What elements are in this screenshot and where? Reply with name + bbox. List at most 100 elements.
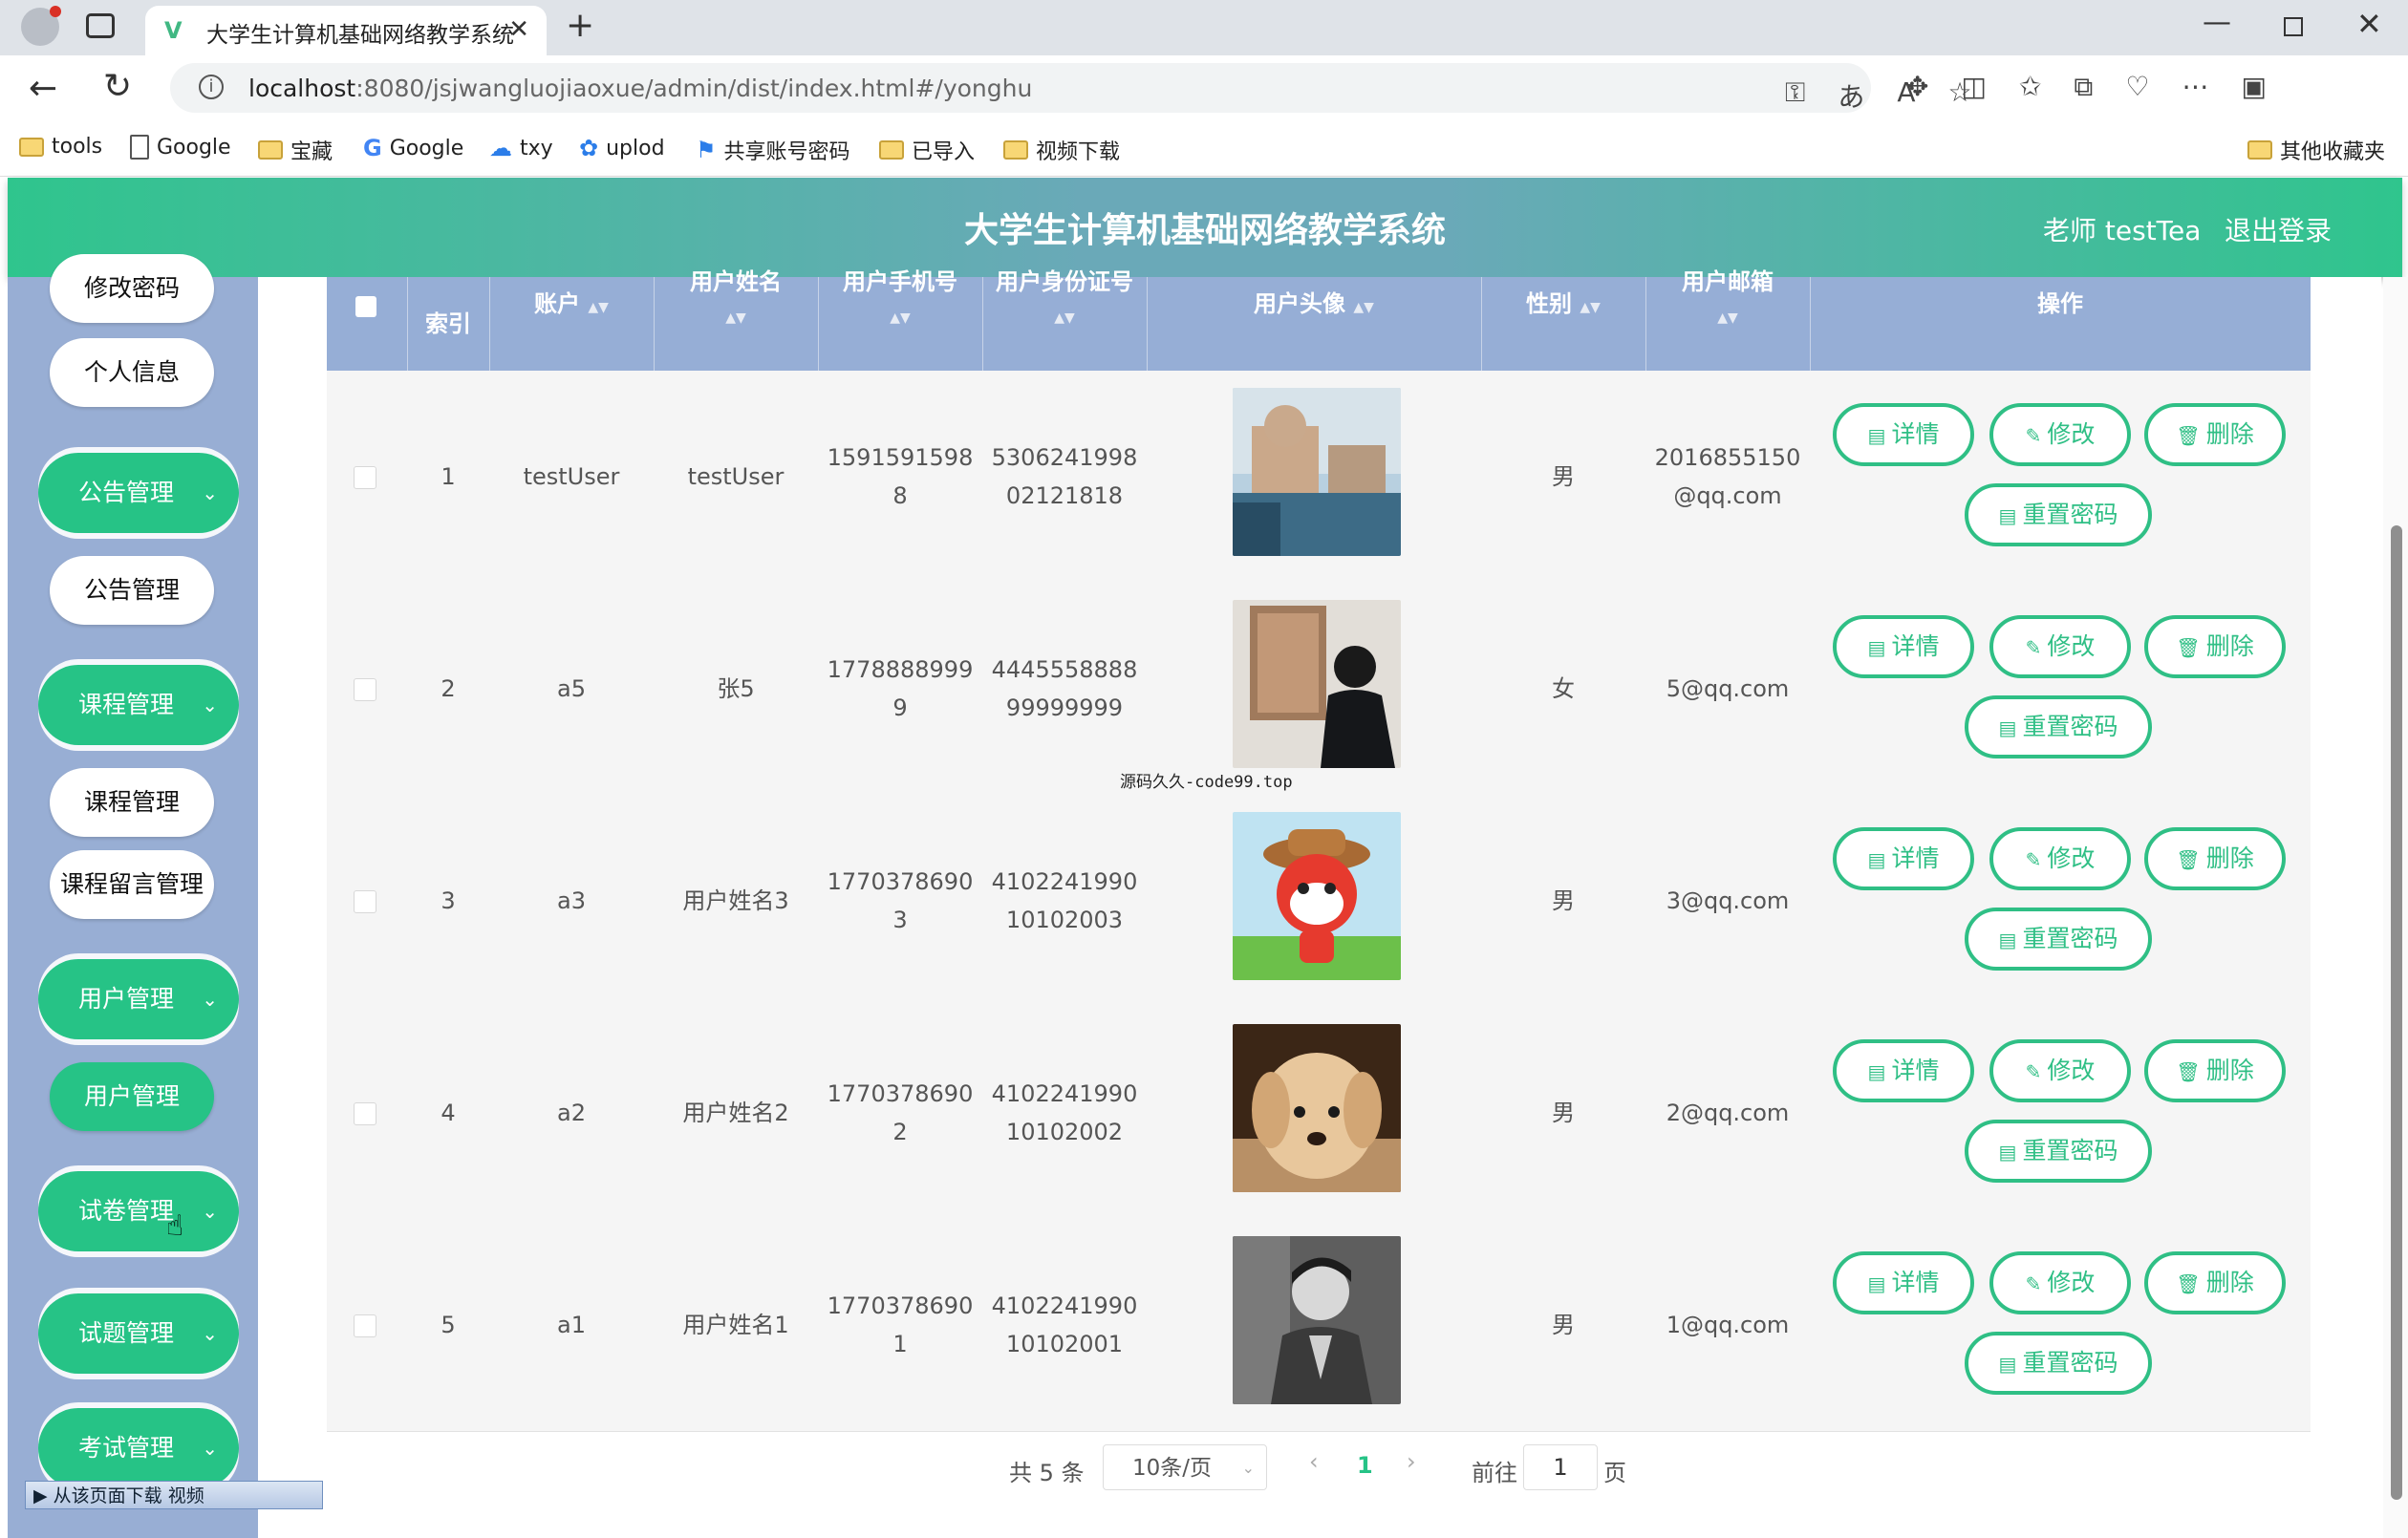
extensions-icon[interactable]: ✥ bbox=[1906, 71, 1928, 103]
cell-index: 2 bbox=[441, 675, 456, 702]
detail-button[interactable]: ▤ 详情 bbox=[1833, 615, 1974, 678]
sidebar-menu-course[interactable]: 课程管理 ⌄ bbox=[38, 665, 239, 745]
cell-phone: 1770378690 1 bbox=[818, 1287, 982, 1363]
sidebar-toggle-icon[interactable]: ▣ bbox=[2242, 71, 2267, 103]
delete-button[interactable]: 🗑 删除 bbox=[2144, 827, 2286, 890]
next-page-icon[interactable]: › bbox=[1407, 1448, 1416, 1475]
sort-icon[interactable]: ▲▼ bbox=[890, 310, 911, 326]
th-idcard[interactable]: 用户身份证号 ▲▼ bbox=[982, 258, 1147, 378]
page-size-select[interactable]: 10条/页 ⌄ bbox=[1103, 1444, 1267, 1490]
sidebar-item-course-comments[interactable]: 课程留言管理 bbox=[50, 850, 214, 919]
bookmark-shared-accounts[interactable]: ⚑ 共享账号密码 bbox=[696, 135, 850, 165]
reset-password-button[interactable]: ▤ 重置密码 bbox=[1965, 1120, 2152, 1183]
performance-icon[interactable]: ♡ bbox=[2125, 71, 2149, 103]
sort-icon[interactable]: ▲▼ bbox=[1580, 300, 1601, 315]
sidebar-menu-user[interactable]: 用户管理 ⌄ bbox=[38, 959, 239, 1039]
sidebar-item-course[interactable]: 课程管理 bbox=[50, 768, 214, 837]
th-name[interactable]: 用户姓名 ▲▼ bbox=[654, 258, 818, 378]
site-info-icon[interactable]: i bbox=[199, 75, 224, 99]
split-screen-icon[interactable]: ◫ bbox=[1961, 71, 1986, 103]
cell-account: a1 bbox=[557, 1312, 586, 1338]
reset-password-button[interactable]: ▤ 重置密码 bbox=[1965, 1332, 2152, 1395]
bookmark-uplod[interactable]: ✿ uplod bbox=[579, 135, 665, 161]
bookmark-tools[interactable]: tools bbox=[19, 135, 102, 159]
sort-icon[interactable]: ▲▼ bbox=[1353, 300, 1374, 315]
reset-password-button[interactable]: ▤ 重置密码 bbox=[1965, 695, 2152, 758]
select-all-checkbox[interactable] bbox=[355, 296, 376, 317]
collections-icon[interactable]: ⧉ bbox=[2074, 71, 2093, 103]
th-gender[interactable]: 性别 ▲▼ bbox=[1481, 277, 1645, 371]
translate-icon[interactable]: あ bbox=[1838, 76, 1864, 115]
prev-page-icon[interactable]: ‹ bbox=[1309, 1448, 1319, 1475]
sort-icon[interactable]: ▲▼ bbox=[1717, 310, 1738, 326]
detail-button[interactable]: ▤ 详情 bbox=[1833, 1251, 1974, 1314]
edit-button[interactable]: ✎ 修改 bbox=[1989, 1039, 2131, 1102]
reset-password-button[interactable]: ▤ 重置密码 bbox=[1965, 483, 2152, 546]
bookmark-txy[interactable]: ☁ txy bbox=[489, 135, 553, 161]
scrollbar[interactable] bbox=[2383, 277, 2408, 1538]
detail-button[interactable]: ▤ 详情 bbox=[1833, 403, 1974, 466]
profile-icon[interactable] bbox=[21, 6, 61, 46]
th-phone[interactable]: 用户手机号 ▲▼ bbox=[818, 258, 982, 378]
close-tab-icon[interactable]: ✕ bbox=[508, 15, 529, 44]
sidebar-menu-exam[interactable]: 考试管理 ⌄ bbox=[38, 1408, 239, 1488]
bookmark-google-2[interactable]: G Google bbox=[363, 135, 463, 161]
sort-icon[interactable]: ▲▼ bbox=[588, 300, 609, 315]
detail-button[interactable]: ▤ 详情 bbox=[1833, 1039, 1974, 1102]
goto-page-input[interactable]: 1 bbox=[1523, 1444, 1598, 1490]
row-checkbox[interactable] bbox=[354, 1102, 376, 1125]
scrollbar-thumb[interactable] bbox=[2391, 525, 2402, 1500]
new-tab-icon[interactable]: + bbox=[566, 6, 594, 45]
tab-actions-icon[interactable] bbox=[86, 13, 115, 38]
more-icon[interactable]: ⋯ bbox=[2182, 71, 2209, 103]
delete-button[interactable]: 🗑 删除 bbox=[2144, 615, 2286, 678]
bookmark-label: Google bbox=[389, 136, 464, 160]
favorites-icon[interactable]: ✩ bbox=[2019, 71, 2041, 103]
window-close-icon[interactable]: ✕ bbox=[2356, 6, 2382, 42]
sidebar-item-change-password[interactable]: 修改密码 bbox=[50, 254, 214, 323]
current-page[interactable]: 1 bbox=[1357, 1452, 1373, 1479]
bookmark-other[interactable]: 其他收藏夹 bbox=[2247, 135, 2385, 165]
edit-button[interactable]: ✎ 修改 bbox=[1989, 827, 2131, 890]
bookmark-video-download[interactable]: 视频下载 bbox=[1003, 135, 1120, 165]
bookmark-google[interactable]: Google bbox=[130, 135, 231, 160]
row-checkbox[interactable] bbox=[354, 1314, 376, 1337]
bookmark-baozang[interactable]: 宝藏 bbox=[258, 135, 333, 165]
th-email[interactable]: 用户邮箱 ▲▼ bbox=[1645, 258, 1810, 378]
reset-password-button[interactable]: ▤ 重置密码 bbox=[1965, 908, 2152, 971]
sort-icon[interactable]: ▲▼ bbox=[725, 310, 746, 326]
row-checkbox[interactable] bbox=[354, 678, 376, 701]
th-avatar[interactable]: 用户头像 ▲▼ bbox=[1147, 277, 1481, 371]
reload-icon[interactable]: ↻ bbox=[103, 67, 132, 106]
delete-button[interactable]: 🗑 删除 bbox=[2144, 403, 2286, 466]
back-icon[interactable]: ← bbox=[29, 69, 57, 108]
edit-button[interactable]: ✎ 修改 bbox=[1989, 615, 2131, 678]
sort-icon[interactable]: ▲▼ bbox=[1054, 310, 1075, 326]
th-account[interactable]: 账户 ▲▼ bbox=[489, 277, 654, 371]
video-download-bar[interactable]: ▶ 从该页面下载 视频 bbox=[25, 1481, 323, 1509]
detail-button[interactable]: ▤ 详情 bbox=[1833, 827, 1974, 890]
minimize-icon[interactable]: — bbox=[2203, 6, 2231, 39]
row-checkbox[interactable] bbox=[354, 466, 376, 489]
address-bar-row: ← ↻ i localhost:8080/jsjwangluojiaoxue/a… bbox=[0, 55, 2408, 124]
edit-button[interactable]: ✎ 修改 bbox=[1989, 1251, 2131, 1314]
sidebar-menu-question[interactable]: 试题管理 ⌄ bbox=[38, 1293, 239, 1374]
sidebar-item-user[interactable]: 用户管理 bbox=[50, 1062, 214, 1131]
row-checkbox[interactable] bbox=[354, 890, 376, 913]
email-line: @qq.com bbox=[1673, 482, 1782, 509]
delete-button[interactable]: 🗑 删除 bbox=[2144, 1251, 2286, 1314]
sidebar-menu-notice[interactable]: 公告管理 ⌄ bbox=[38, 453, 239, 533]
logout-button[interactable]: 退出登录 bbox=[2225, 210, 2332, 248]
browser-tab[interactable]: V 大学生计算机基础网络教学系统 ✕ bbox=[145, 6, 547, 55]
sidebar-item-profile[interactable]: 个人信息 bbox=[50, 338, 214, 407]
sidebar-item-notice[interactable]: 公告管理 bbox=[50, 556, 214, 625]
maximize-icon[interactable] bbox=[2284, 17, 2303, 36]
cell-name: 用户姓名1 bbox=[682, 1312, 789, 1338]
document-icon: ▤ bbox=[1998, 716, 2017, 739]
url-field[interactable]: i localhost:8080/jsjwangluojiaoxue/admin… bbox=[170, 63, 1972, 115]
bookmark-imported[interactable]: 已导入 bbox=[879, 135, 975, 165]
delete-button[interactable]: 🗑 删除 bbox=[2144, 1039, 2286, 1102]
key-icon[interactable]: ⚿ bbox=[1785, 76, 1805, 115]
edit-button[interactable]: ✎ 修改 bbox=[1989, 403, 2131, 466]
sidebar-menu-paper[interactable]: 试卷管理 ⌄ bbox=[38, 1171, 239, 1251]
